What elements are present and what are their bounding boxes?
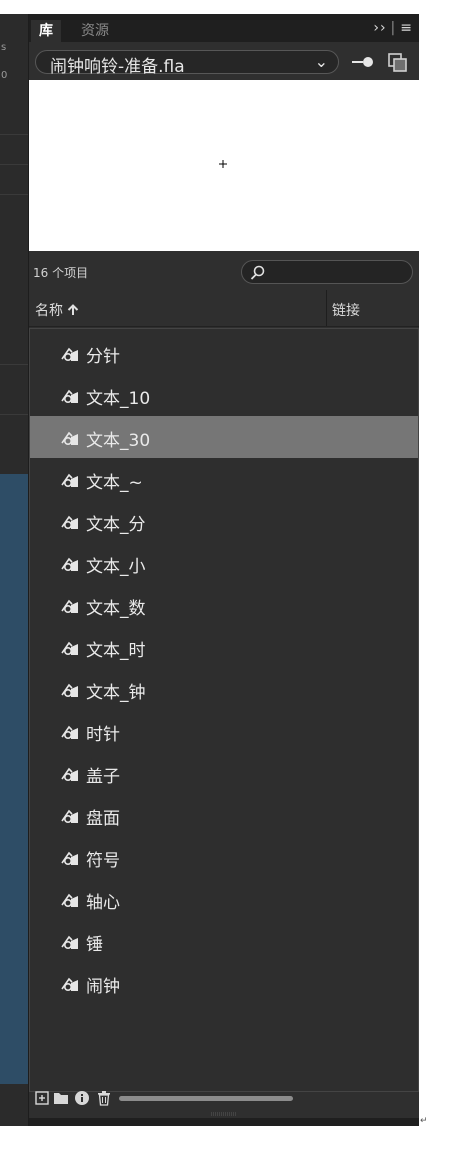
graphic-symbol-icon	[61, 347, 78, 362]
sort-ascending-icon	[68, 304, 79, 315]
list-item-label: 文本_数	[86, 599, 146, 619]
panel-bottom-edge	[29, 1118, 419, 1126]
graphic-symbol-icon	[61, 515, 78, 530]
registration-point-icon	[219, 160, 227, 168]
graphic-symbol-icon	[61, 557, 78, 572]
graphic-symbol-icon	[61, 935, 78, 950]
resize-grip-icon[interactable]	[211, 1111, 237, 1117]
library-item-list: 分针文本_10 文本_30 文本_~ 文本_分文本_小文本_数文本_时文本_钟时针盖子…	[29, 328, 419, 1092]
graphic-symbol-icon	[61, 809, 78, 824]
list-item-label: 文本_小	[86, 557, 146, 577]
list-item[interactable]: 文本_钟	[30, 668, 418, 710]
graphic-symbol-icon	[61, 683, 78, 698]
app-window: s 0 库 资源 ›› | ≡ 闹钟响铃-准备.fla ⌄ 16 个项目 名称 …	[0, 0, 463, 1150]
list-item[interactable]: 锤	[30, 920, 418, 962]
list-item-label: 盖子	[86, 767, 120, 787]
list-item-label: 文本_30	[86, 431, 151, 451]
graphic-symbol-icon	[61, 389, 78, 404]
new-folder-icon[interactable]	[53, 1090, 69, 1106]
column-divider[interactable]	[326, 290, 327, 326]
graphic-symbol-icon	[61, 893, 78, 908]
graphic-symbol-icon	[61, 473, 78, 488]
library-panel: 库 资源 ›› | ≡ 闹钟响铃-准备.fla ⌄ 16 个项目 名称 链接 分…	[28, 14, 419, 1126]
list-item-label: 文本_时	[86, 641, 146, 661]
timeline-area	[0, 474, 28, 1084]
list-item[interactable]: 轴心	[30, 878, 418, 920]
list-item[interactable]: 文本_数	[30, 584, 418, 626]
horizontal-scrollbar[interactable]	[119, 1096, 293, 1101]
graphic-symbol-icon	[61, 767, 78, 782]
tab-assets[interactable]: 资源	[73, 20, 117, 42]
divider	[0, 414, 28, 415]
list-item-label: 轴心	[86, 893, 120, 913]
list-item-label: 时针	[86, 725, 120, 745]
panel-tab-bar: 库 资源 ›› | ≡	[29, 14, 419, 42]
list-item-label: 文本_分	[86, 515, 146, 535]
graphic-symbol-icon	[61, 851, 78, 866]
expand-panels-icon[interactable]: ››	[373, 20, 386, 36]
column-header: 名称 链接	[29, 290, 419, 327]
divider	[0, 364, 28, 365]
graphic-symbol-icon	[61, 641, 78, 656]
new-library-panel-icon[interactable]	[387, 52, 409, 74]
list-item[interactable]: 文本_分	[30, 500, 418, 542]
symbol-preview	[29, 80, 419, 251]
list-item-label: 锤	[86, 935, 103, 955]
graphic-symbol-icon	[61, 977, 78, 992]
library-footer-toolbar	[29, 1086, 419, 1110]
list-item-label: 文本_钟	[86, 683, 146, 703]
list-item-label: 分针	[86, 347, 120, 367]
column-name-header[interactable]: 名称	[35, 300, 79, 320]
divider	[0, 194, 28, 195]
search-icon	[250, 265, 265, 280]
stage-area-sliver: s 0	[0, 14, 28, 1126]
tab-library[interactable]: 库	[31, 20, 61, 42]
list-item[interactable]: 时针	[30, 710, 418, 752]
list-item[interactable]: 盖子	[30, 752, 418, 794]
sliver-text-1: s	[1, 42, 7, 53]
list-item[interactable]: 文本_时	[30, 626, 418, 668]
panel-menu-icon[interactable]: ≡	[400, 20, 413, 36]
list-item[interactable]: 文本_~	[30, 458, 418, 500]
list-item-label: 文本_10	[86, 389, 151, 409]
list-item-label: 文本_~	[86, 473, 143, 493]
divider	[0, 134, 28, 135]
graphic-symbol-icon	[61, 431, 78, 446]
trash-icon[interactable]	[97, 1090, 111, 1106]
column-link-header[interactable]: 链接	[332, 300, 360, 320]
divider	[0, 164, 28, 165]
search-input[interactable]	[241, 260, 413, 284]
list-item[interactable]: 闹钟	[30, 962, 418, 1004]
list-item[interactable]: 分针	[30, 332, 418, 374]
item-count: 16 个项目	[33, 266, 89, 280]
column-name-label: 名称	[35, 303, 63, 319]
chevron-down-icon: ⌄	[314, 52, 328, 71]
document-select[interactable]: 闹钟响铃-准备.fla ⌄	[35, 50, 339, 77]
graphic-symbol-icon	[61, 725, 78, 740]
sliver-text-2: 0	[1, 70, 8, 81]
properties-icon[interactable]	[74, 1090, 90, 1106]
new-symbol-icon[interactable]	[35, 1090, 49, 1106]
graphic-symbol-icon	[61, 599, 78, 614]
return-mark-icon: ↵	[420, 1116, 428, 1126]
list-item[interactable]: 盘面	[30, 794, 418, 836]
list-item-label: 盘面	[86, 809, 120, 829]
pin-icon[interactable]	[351, 52, 375, 72]
list-item[interactable]: 符号	[30, 836, 418, 878]
list-item-label: 闹钟	[86, 977, 120, 997]
panel-menu[interactable]: ›› | ≡	[373, 20, 413, 36]
list-item-label: 符号	[86, 851, 120, 871]
list-item[interactable]: 文本_30	[30, 416, 418, 458]
menu-separator: |	[390, 20, 397, 36]
list-item[interactable]: 文本_10	[30, 374, 418, 416]
document-name: 闹钟响铃-准备.fla	[50, 57, 185, 77]
list-item[interactable]: 文本_小	[30, 542, 418, 584]
